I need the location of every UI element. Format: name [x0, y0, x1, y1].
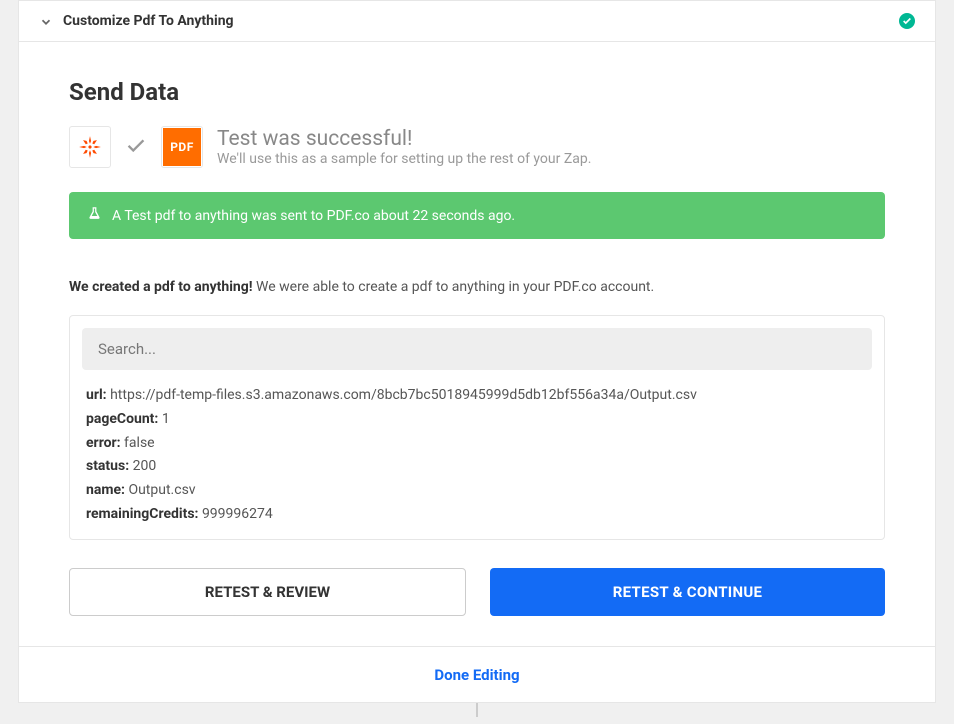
test-success-subtitle: We'll use this as a sample for setting u…	[217, 151, 591, 167]
success-check-icon	[899, 13, 915, 29]
data-row: url: https://pdf-temp-files.s3.amazonaws…	[86, 384, 868, 408]
pdf-co-icon: PDF	[161, 126, 203, 168]
retest-continue-button[interactable]: RETEST & CONTINUE	[490, 568, 885, 616]
flask-icon	[87, 206, 102, 225]
arrow-check-icon	[125, 134, 147, 160]
step-card: Customize Pdf To Anything Send Data PD	[18, 0, 936, 703]
step-connector	[476, 703, 478, 717]
footer: Done Editing	[19, 646, 935, 702]
data-row: pageCount: 1	[86, 408, 868, 432]
data-row: error: false	[86, 432, 868, 456]
success-banner: A Test pdf to anything was sent to PDF.c…	[69, 192, 885, 239]
created-message: We created a pdf to anything! We were ab…	[69, 279, 885, 295]
step-title: Customize Pdf To Anything	[63, 13, 899, 29]
data-row: status: 200	[86, 455, 868, 479]
data-row: remainingCredits: 999996274	[86, 503, 868, 527]
done-editing-link[interactable]: Done Editing	[434, 666, 519, 684]
data-row: name: Output.csv	[86, 479, 868, 503]
response-data-box: url: https://pdf-temp-files.s3.amazonaws…	[69, 315, 885, 540]
zapier-icon	[69, 126, 111, 168]
section-title: Send Data	[69, 78, 885, 106]
search-input[interactable]	[82, 328, 872, 370]
chevron-down-icon	[39, 14, 53, 28]
banner-text: A Test pdf to anything was sent to PDF.c…	[112, 208, 515, 224]
step-header[interactable]: Customize Pdf To Anything	[19, 1, 935, 42]
retest-review-button[interactable]: RETEST & REVIEW	[69, 568, 466, 616]
test-success-title: Test was successful!	[217, 127, 591, 151]
test-result-row: PDF Test was successful! We'll use this …	[69, 126, 885, 168]
